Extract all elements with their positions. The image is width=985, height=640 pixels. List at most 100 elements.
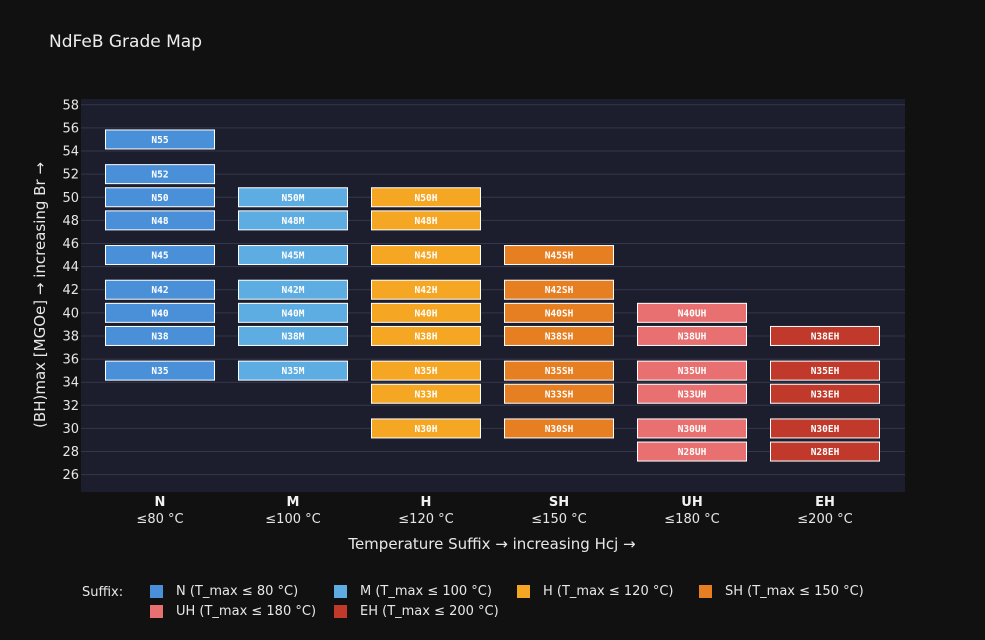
- grade-label: N30H: [415, 424, 438, 435]
- grade-label: N35UH: [678, 366, 707, 377]
- x-category-temp: ≤100 °C: [265, 512, 320, 527]
- grade-block: N42SH: [504, 279, 614, 300]
- grade-label: N40SH: [545, 308, 574, 319]
- y-tick-label: 58: [62, 98, 79, 113]
- grade-label: N40M: [282, 308, 305, 319]
- x-category-label: N: [155, 495, 166, 510]
- grade-label: N45H: [415, 251, 438, 262]
- grade-block: N45: [105, 245, 215, 266]
- grade-label: N35EH: [811, 366, 840, 377]
- grade-block: N33EH: [770, 383, 880, 404]
- grade-label: N40UH: [678, 308, 707, 319]
- x-category-temp: ≤150 °C: [531, 512, 586, 527]
- y-tick-label: 48: [62, 214, 79, 229]
- x-category-label: SH: [549, 495, 569, 510]
- x-category-label: EH: [815, 495, 835, 510]
- legend-swatch: [334, 585, 347, 598]
- grade-block: N48H: [371, 210, 481, 231]
- grade-block: N33UH: [637, 383, 747, 404]
- grade-block: N38UH: [637, 325, 747, 346]
- grade-block: N38SH: [504, 325, 614, 346]
- y-tick-label: 56: [62, 121, 79, 136]
- legend-item[interactable]: SH (T_max ≤ 150 °C): [699, 584, 864, 599]
- grade-block: N38: [105, 325, 215, 346]
- y-tick-label: 28: [62, 445, 79, 460]
- grade-label: N30UH: [678, 424, 707, 435]
- grade-label: N38SH: [545, 331, 574, 342]
- grade-block: N35SH: [504, 360, 614, 381]
- grade-block: N28UH: [637, 441, 747, 462]
- legend-item[interactable]: UH (T_max ≤ 180 °C): [150, 604, 316, 619]
- y-tick-label: 40: [62, 306, 79, 321]
- grade-block: N38EH: [770, 325, 880, 346]
- grade-label: N38: [151, 331, 168, 342]
- grade-label: N50: [151, 193, 168, 204]
- y-tick-label: 50: [62, 191, 79, 206]
- y-tick-label: 44: [62, 260, 79, 275]
- grade-label: N35: [151, 366, 168, 377]
- grade-block: N42: [105, 279, 215, 300]
- y-tick-label: 46: [62, 237, 79, 252]
- legend-item[interactable]: EH (T_max ≤ 200 °C): [334, 604, 499, 619]
- legend-swatch: [517, 585, 530, 598]
- grade-label: N52: [151, 170, 168, 181]
- legend-item[interactable]: H (T_max ≤ 120 °C): [517, 584, 674, 599]
- grade-block: N42M: [238, 279, 348, 300]
- legend-title: Suffix:: [82, 585, 124, 600]
- grade-label: N33SH: [545, 389, 574, 400]
- grade-map-plot: 26 28 30 32 34 36 38 40 42 44 46 48 50 52 54 56 58 N55 N5…: [31, 98, 905, 553]
- x-category-temp: ≤120 °C: [398, 512, 453, 527]
- legend-label: N (T_max ≤ 80 °C): [176, 584, 299, 599]
- legend-item[interactable]: M (T_max ≤ 100 °C): [334, 584, 492, 599]
- grade-block: N48M: [238, 210, 348, 231]
- grade-label: N38M: [282, 331, 305, 342]
- x-category-label: H: [421, 495, 432, 510]
- legend-label: H (T_max ≤ 120 °C): [543, 584, 674, 599]
- grade-label: N50H: [415, 193, 438, 204]
- legend-swatch: [334, 605, 347, 618]
- grade-label: N48H: [415, 216, 438, 227]
- grade-block: N50H: [371, 187, 481, 208]
- grade-block: N50M: [238, 187, 348, 208]
- legend-item[interactable]: N (T_max ≤ 80 °C): [150, 584, 298, 599]
- grade-label: N30SH: [545, 424, 574, 435]
- grade-block: N40SH: [504, 302, 614, 323]
- y-tick-label: 54: [62, 145, 79, 160]
- grade-block: N40: [105, 302, 215, 323]
- grade-block: N30UH: [637, 418, 747, 439]
- grade-block: N35UH: [637, 360, 747, 381]
- grade-block: N30SH: [504, 418, 614, 439]
- y-tick-label: 38: [62, 329, 79, 344]
- y-tick-label: 30: [62, 422, 79, 437]
- grade-label: N48: [151, 216, 168, 227]
- legend-swatch: [150, 585, 163, 598]
- legend-label: EH (T_max ≤ 200 °C): [360, 604, 499, 619]
- grade-block: N40H: [371, 302, 481, 323]
- y-tick-label: 32: [62, 399, 79, 414]
- y-tick-label: 36: [62, 353, 79, 368]
- grade-label: N45M: [282, 251, 305, 262]
- grade-block: N35EH: [770, 360, 880, 381]
- grade-block: N45SH: [504, 245, 614, 266]
- grade-label: N42SH: [545, 285, 574, 296]
- legend-label: SH (T_max ≤ 150 °C): [725, 584, 864, 599]
- grade-label: N33EH: [811, 389, 840, 400]
- grade-block: N30H: [371, 418, 481, 439]
- y-tick-label: 52: [62, 168, 79, 183]
- grade-block: N50: [105, 187, 215, 208]
- grade-label: N35M: [282, 366, 305, 377]
- grade-label: N50M: [282, 193, 305, 204]
- x-category-labels: N ≤80 °C M ≤100 °C H ≤120 °C SH ≤150 °C UH ≤180 °…: [136, 495, 852, 527]
- grade-block: N35H: [371, 360, 481, 381]
- grade-label: N35SH: [545, 366, 574, 377]
- grade-label: N35H: [415, 366, 438, 377]
- grade-label: N40H: [415, 308, 438, 319]
- legend-swatch: [150, 605, 163, 618]
- grade-block: N38M: [238, 325, 348, 346]
- grade-block: N30EH: [770, 418, 880, 439]
- grade-label: N40: [151, 308, 168, 319]
- x-category-label: M: [287, 495, 300, 510]
- grade-block: N40M: [238, 302, 348, 323]
- grade-block: N40UH: [637, 302, 747, 323]
- legend-label: UH (T_max ≤ 180 °C): [176, 604, 317, 619]
